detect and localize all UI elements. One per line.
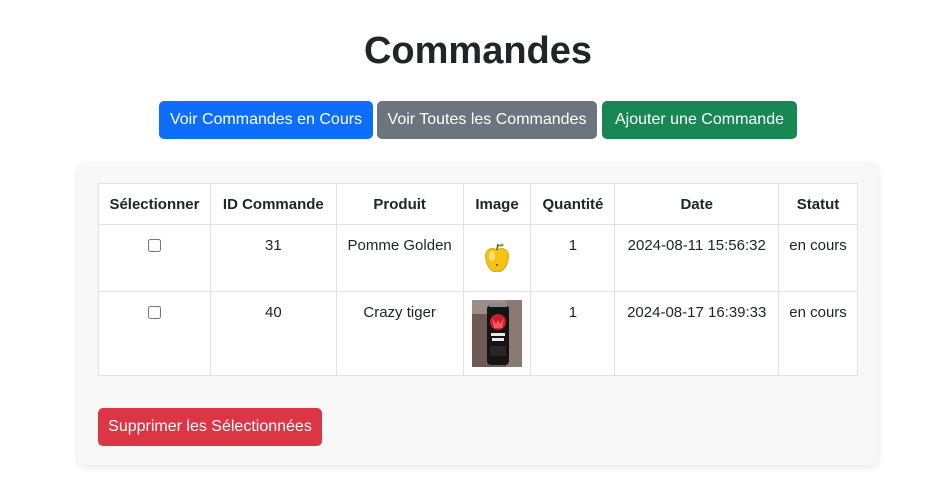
date-cell: 2024-08-11 15:56:32 — [614, 224, 780, 292]
product-cell: Crazy tiger — [335, 291, 464, 376]
delete-selected-button[interactable]: Supprimer les Sélectionnées — [98, 408, 322, 446]
column-header-image: Image — [462, 183, 532, 225]
status-cell: en cours — [778, 224, 858, 292]
select-cell — [98, 224, 211, 292]
column-header-product: Produit — [335, 183, 464, 225]
column-header-order-id: ID Commande — [209, 183, 337, 225]
crazy-tiger-can-image — [472, 300, 523, 367]
quantity-cell: 1 — [530, 291, 616, 376]
image-cell — [462, 224, 532, 292]
product-cell: Pomme Golden — [335, 224, 464, 292]
select-cell — [98, 291, 211, 376]
order-id-cell: 40 — [209, 291, 337, 376]
view-all-orders-button[interactable]: Voir Toutes les Commandes — [377, 101, 597, 139]
row-select-checkbox[interactable] — [147, 239, 161, 252]
row-select-checkbox[interactable] — [147, 306, 161, 319]
quantity-cell: 1 — [530, 224, 616, 292]
page-title: Commandes — [363, 30, 593, 72]
column-header-select: Sélectionner — [98, 183, 211, 225]
view-current-orders-button[interactable]: Voir Commandes en Cours — [159, 101, 373, 139]
order-id-cell: 31 — [209, 224, 337, 292]
image-cell — [462, 291, 532, 376]
golden-apple-image — [482, 241, 512, 275]
add-order-button[interactable]: Ajouter une Commande — [602, 101, 797, 139]
table-row: 31 Pomme Golden 1 2024-08-11 15:56:32 en… — [98, 224, 858, 292]
column-header-date: Date — [614, 183, 780, 225]
date-cell: 2024-08-17 16:39:33 — [614, 291, 780, 376]
table-header-row: Sélectionner ID Commande Produit Image Q… — [98, 183, 858, 225]
column-header-status: Statut — [778, 183, 858, 225]
orders-card: Sélectionner ID Commande Produit Image Q… — [78, 163, 878, 465]
table-row: 40 Crazy tiger 1 2024-08-17 16:39:33 en … — [98, 291, 858, 376]
status-cell: en cours — [778, 291, 858, 376]
column-header-quantity: Quantité — [530, 183, 616, 225]
orders-table: Sélectionner ID Commande Produit Image Q… — [98, 183, 858, 376]
